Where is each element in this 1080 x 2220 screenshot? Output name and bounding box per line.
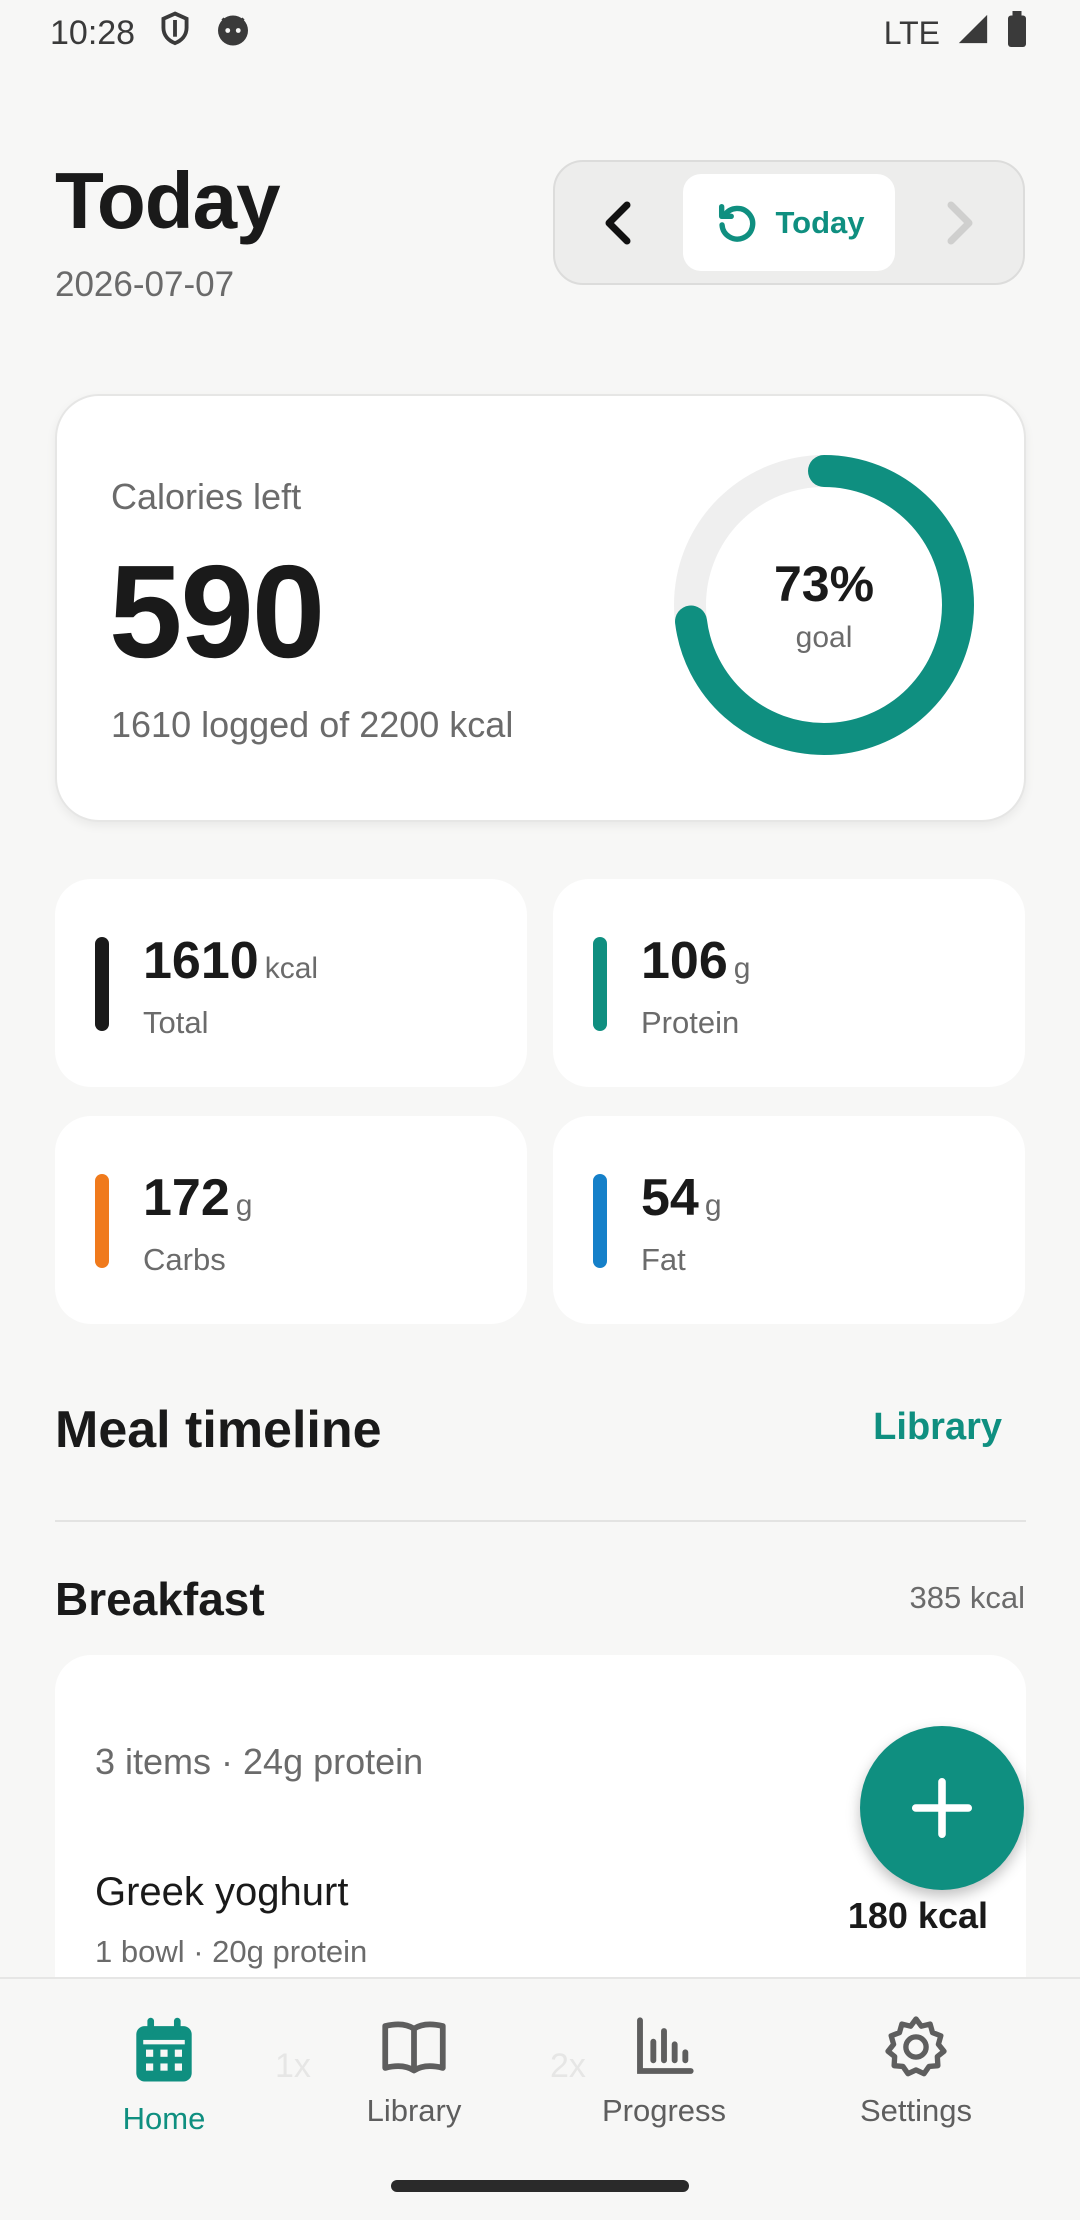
stat-card-total: 1610 kcal Total [55,879,527,1087]
bar-chart-icon [637,2017,694,2074]
calories-left-label: Calories left [111,476,302,517]
shield-icon [159,10,191,56]
nav-progress[interactable]: Progress [564,2015,764,2155]
stat-color-bar [593,1174,607,1268]
stat-card-protein: 106 g Protein [553,879,1025,1087]
stat-color-bar [95,1174,109,1268]
page-header: Today 2026-07-07 [55,155,281,305]
chevron-right-icon [947,201,973,244]
status-bar: 10:28 LTE [0,0,1080,66]
today-button[interactable]: Today [682,174,896,271]
page-date: 2026-07-07 [55,265,235,304]
status-time: 10:28 [50,13,136,52]
gear-icon [885,2016,947,2077]
plus-icon [911,1777,973,1839]
previous-day-button[interactable] [555,162,683,283]
stat-value: 1610 kcal [143,932,319,990]
meal-timeline-title: Meal timeline [55,1401,382,1459]
calendar-icon [136,2017,192,2082]
stat-unit: kcal [264,952,319,985]
library-link[interactable]: Library [873,1406,1002,1449]
home-indicator[interactable] [391,2180,689,2192]
page-title: Today [55,156,281,245]
nav-progress-label: Progress [601,2093,727,2128]
food-item-name[interactable]: Greek yoghurt [95,1870,348,1915]
stat-label: Carbs [143,1242,226,1277]
nav-library-label: Library [366,2093,462,2128]
stat-label: Protein [641,1005,740,1040]
nav-home-label: Home [122,2101,206,2136]
calories-card: Calories left 590 1610 logged of 2200 kc… [55,394,1026,822]
food-item-detail: 1 bowl · 20g protein [95,1934,368,1969]
meal-summary: 3 items · 24g protein [95,1741,424,1782]
stat-color-bar [593,937,607,1031]
nav-home[interactable]: Home [64,2015,264,2155]
stat-unit: g [235,1189,253,1222]
date-switcher: Today [553,160,1025,285]
next-day-button[interactable] [895,162,1023,283]
stat-card-carbs: 172 g Carbs [55,1116,527,1324]
breakfast-title: Breakfast [55,1573,265,1625]
stat-value: 106 g [641,932,751,990]
stat-card-fat: 54 g Fat [553,1116,1025,1324]
stat-label: Total [143,1005,209,1040]
stat-value: 54 g [641,1169,722,1227]
calories-left-value: 590 [109,538,325,685]
calories-logged-text: 1610 logged of 2200 kcal [111,704,514,745]
ring-goal-label: goal [795,621,853,654]
today-button-label: Today [775,204,865,240]
book-icon [382,2021,446,2074]
nav-settings-label: Settings [859,2093,972,2128]
signal-icon [956,12,990,54]
food-item-kcal: 180 kcal [847,1895,988,1936]
android-face-icon [215,11,251,56]
chevron-left-icon [605,201,631,244]
stat-color-bar [95,937,109,1031]
stat-unit: g [733,952,751,985]
nav-settings[interactable]: Settings [816,2015,1016,2155]
ring-percent: 73% [773,556,875,612]
breakfast-kcal: 385 kcal [909,1580,1025,1615]
ghost-chip-1x: 1x [275,2047,311,2085]
stat-unit: g [704,1189,722,1222]
add-food-button[interactable] [860,1726,1024,1890]
ring-label: 73% goal [674,455,974,755]
section-divider [55,1520,1026,1522]
stat-label: Fat [641,1242,686,1277]
network-label: LTE [883,14,940,51]
battery-icon [1006,11,1028,55]
refresh-icon [718,203,755,242]
stat-value: 172 g [143,1169,253,1227]
nav-library[interactable]: Library [314,2015,514,2155]
